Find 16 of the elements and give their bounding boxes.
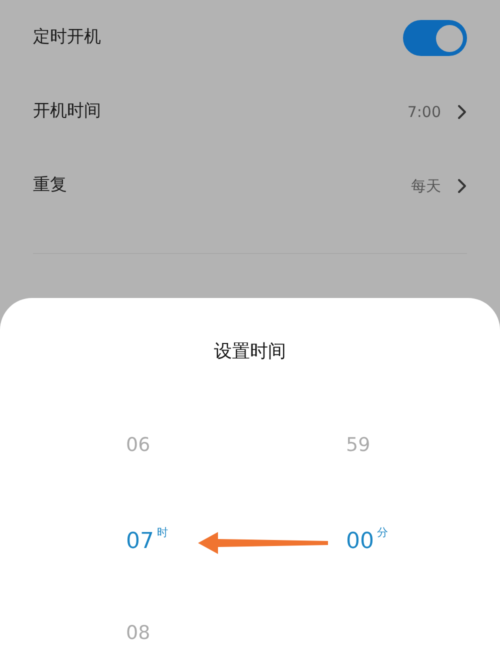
setting-label: 开机时间 <box>33 100 101 124</box>
chevron-right-icon <box>457 178 467 194</box>
setting-label: 重复 <box>33 174 67 198</box>
picker-value[interactable]: 00 <box>346 525 374 558</box>
setting-label: 定时开机 <box>33 26 101 50</box>
setting-value: 7:00 <box>407 102 441 123</box>
picker-value[interactable]: 07 <box>126 525 154 558</box>
picker-unit: 时 <box>157 525 168 541</box>
picker-value[interactable]: 06 <box>126 431 150 460</box>
sheet-title: 设置时间 <box>214 340 286 364</box>
setting-value: 每天 <box>411 176 441 197</box>
toggle-switch[interactable] <box>403 20 467 56</box>
picker-unit: 分 <box>377 525 388 541</box>
picker-value[interactable]: 08 <box>126 619 150 648</box>
chevron-right-icon <box>457 104 467 120</box>
picker-value[interactable]: 59 <box>346 431 370 460</box>
